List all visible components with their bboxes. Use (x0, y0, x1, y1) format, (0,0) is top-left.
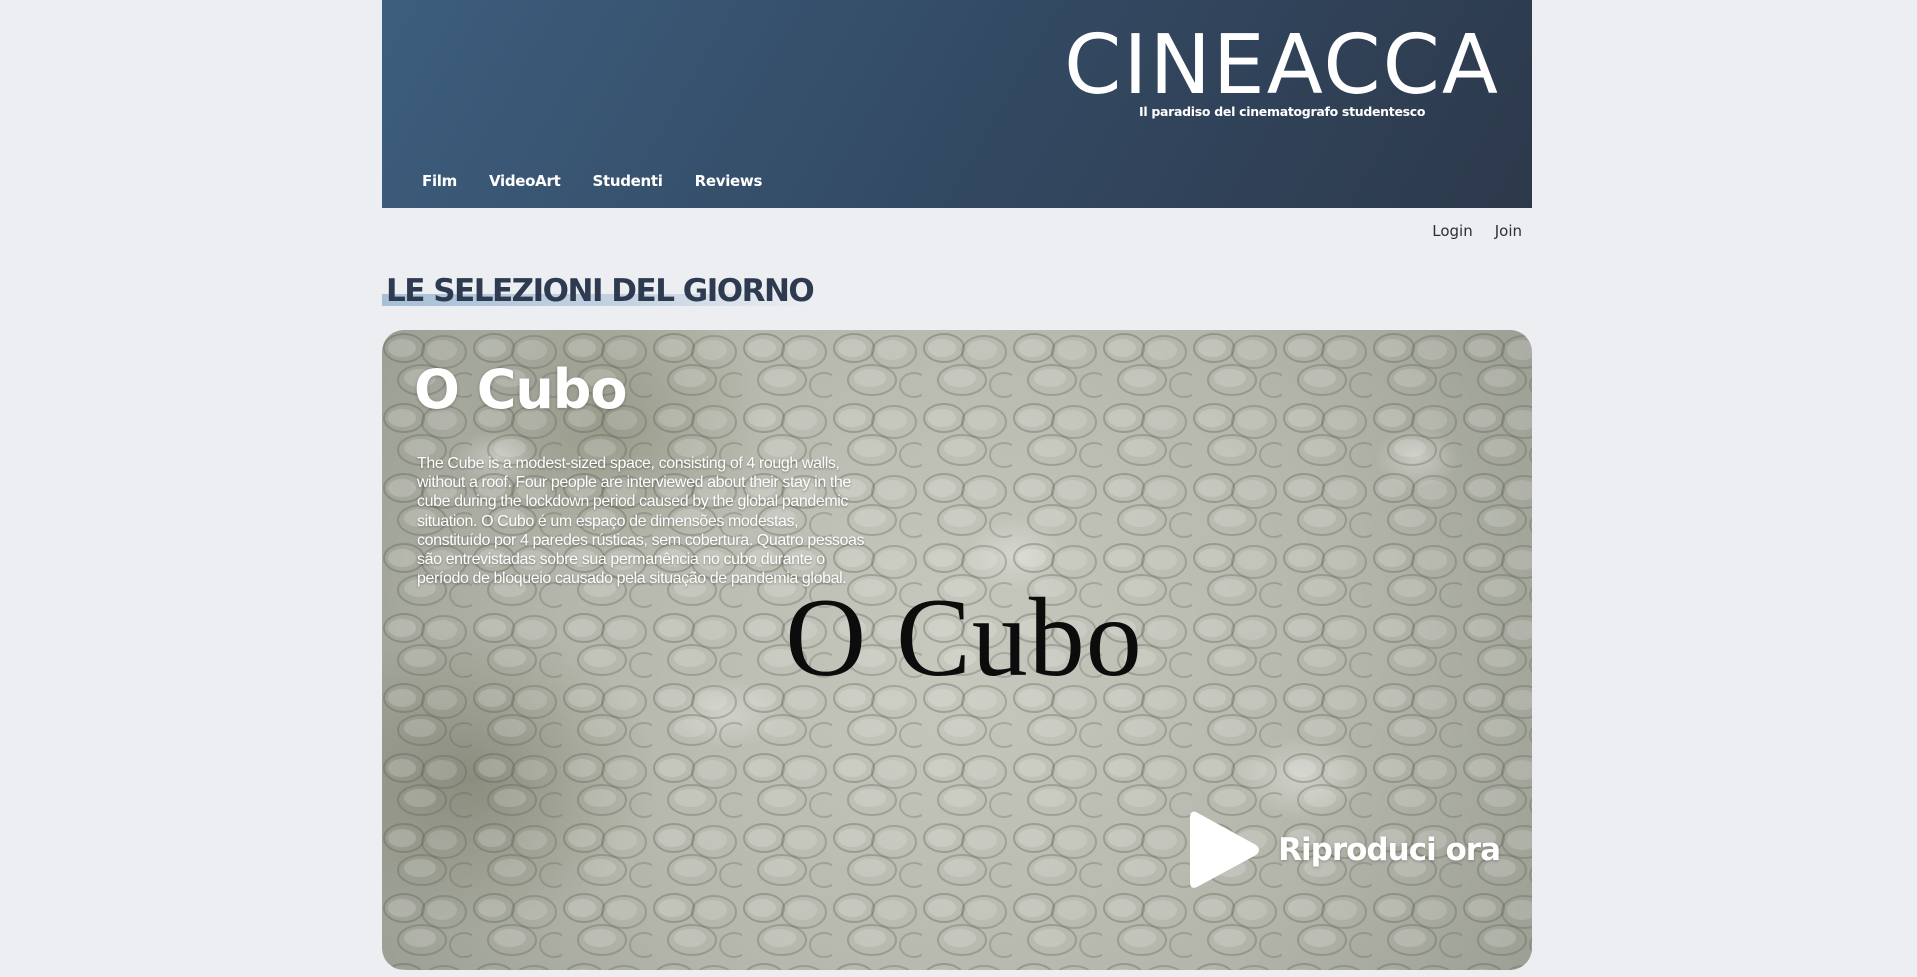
featured-film-title: O Cubo (414, 358, 628, 421)
login-link[interactable]: Login (1432, 222, 1472, 240)
join-link[interactable]: Join (1495, 222, 1522, 240)
nav-item-studenti[interactable]: Studenti (592, 172, 662, 190)
poster-title-text: O Cubo (785, 576, 1143, 700)
play-now-label[interactable]: Riproduci ora (1278, 832, 1501, 868)
auth-links: Login Join (1432, 222, 1522, 240)
nav-item-videoart[interactable]: VideoArt (489, 172, 561, 190)
page: CINEACCA Il paradiso del cinematografo s… (382, 0, 1532, 977)
nav-item-film[interactable]: Film (422, 172, 457, 190)
featured-film-description: The Cube is a modest-sized space, consis… (417, 455, 865, 588)
main-nav: Film VideoArt Studenti Reviews (422, 172, 762, 190)
play-icon[interactable] (1188, 808, 1262, 892)
nav-item-reviews[interactable]: Reviews (695, 172, 763, 190)
site-header: CINEACCA Il paradiso del cinematografo s… (382, 0, 1532, 208)
section-heading: LE SELEZIONI DEL GIORNO (382, 270, 815, 316)
play-now-button[interactable]: Riproduci ora (1188, 808, 1501, 892)
site-logo[interactable]: CINEACCA (1064, 22, 1500, 110)
featured-film-card[interactable]: O Cubo The Cube is a modest-sized space,… (382, 330, 1532, 970)
brand[interactable]: CINEACCA Il paradiso del cinematografo s… (1064, 22, 1500, 120)
section-title: LE SELEZIONI DEL GIORNO (386, 273, 815, 309)
